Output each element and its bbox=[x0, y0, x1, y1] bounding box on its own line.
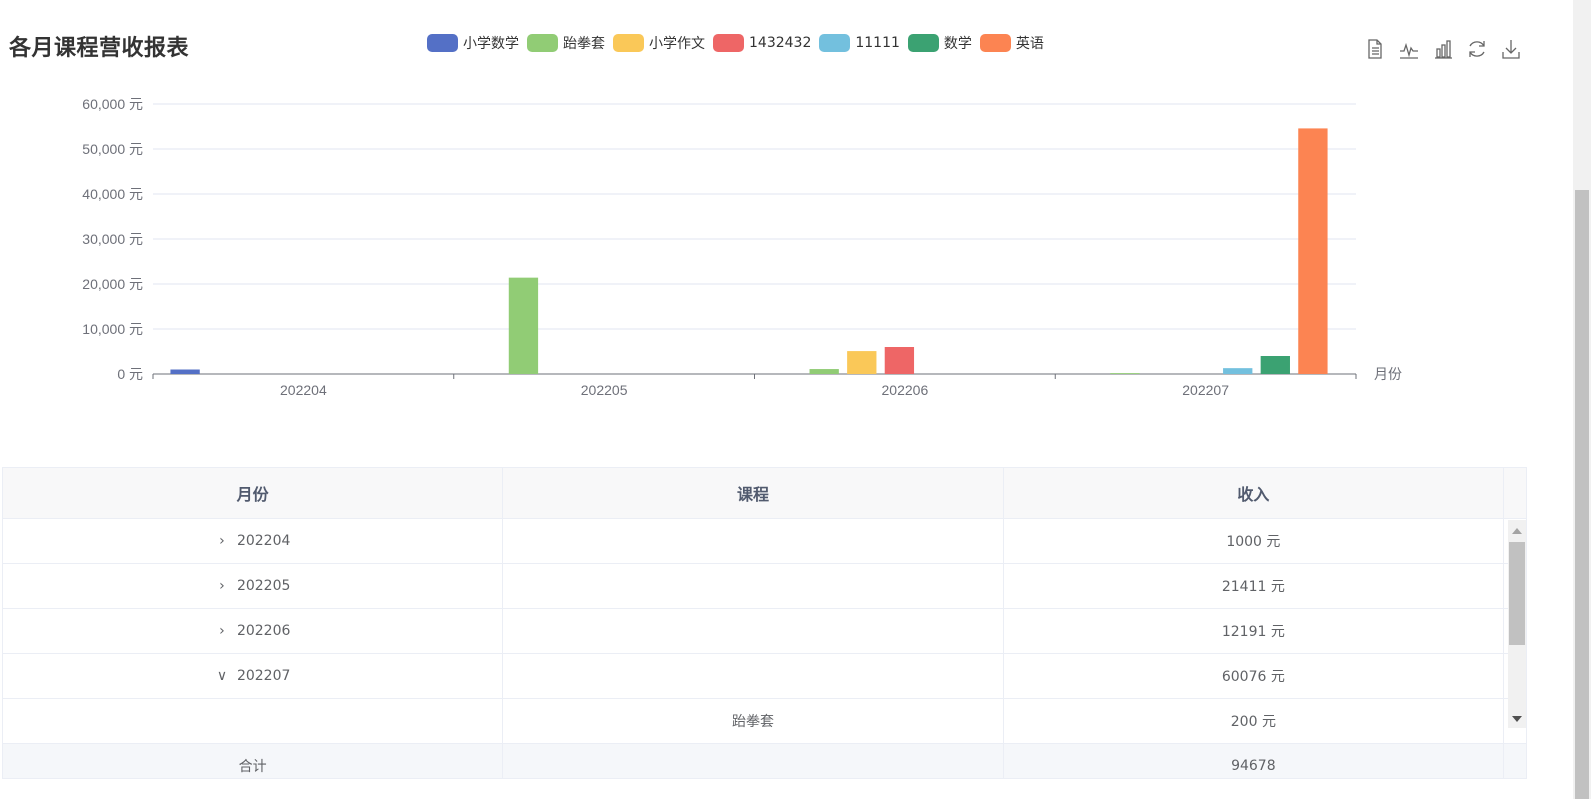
legend-item[interactable]: 跆拳套 bbox=[527, 33, 605, 53]
chart-legend: 小学数学 跆拳套 小学作文 1432432 11111 数学 英语 bbox=[427, 33, 1052, 53]
y-tick-label: 60,000 元 bbox=[82, 96, 143, 112]
course-cell bbox=[503, 519, 1004, 563]
table-row[interactable]: › 202204 1000 元 bbox=[3, 519, 1526, 564]
header-month: 月份 bbox=[3, 468, 504, 518]
chevron-down-icon[interactable]: ∨ bbox=[215, 668, 229, 684]
table-row[interactable]: › 202206 12191 元 bbox=[3, 609, 1526, 654]
legend-label: 数学 bbox=[943, 36, 972, 52]
legend-item[interactable]: 小学数学 bbox=[427, 33, 519, 53]
legend-label: 小学数学 bbox=[463, 36, 519, 52]
month-label: 202207 bbox=[236, 668, 291, 684]
y-tick-label: 0 元 bbox=[117, 366, 143, 382]
legend-swatch bbox=[979, 34, 1011, 52]
legend-item[interactable]: 数学 bbox=[907, 33, 972, 53]
table-footer-row: 合计 94678 bbox=[3, 744, 1526, 778]
page-title: 各月课程营收报表 bbox=[9, 36, 190, 61]
legend-swatch bbox=[527, 34, 558, 52]
bar-chart-icon[interactable] bbox=[1430, 36, 1456, 62]
legend-label: 小学作文 bbox=[649, 36, 705, 52]
legend-label: 跆拳套 bbox=[563, 36, 605, 52]
data-view-icon[interactable] bbox=[1362, 36, 1388, 62]
chart-toolbox bbox=[1362, 36, 1532, 62]
month-cell bbox=[3, 699, 504, 743]
chevron-right-icon[interactable]: › bbox=[215, 533, 229, 549]
bar bbox=[170, 369, 200, 374]
month-cell: › 202204 bbox=[3, 519, 504, 563]
y-tick-label: 10,000 元 bbox=[82, 321, 143, 337]
header-gutter bbox=[1504, 468, 1526, 518]
month-cell: ∨ 202207 bbox=[3, 654, 504, 698]
line-chart-icon[interactable] bbox=[1396, 36, 1422, 62]
bar bbox=[1223, 368, 1253, 374]
footer-label: 合计 bbox=[3, 744, 504, 778]
course-cell bbox=[503, 654, 1004, 698]
refresh-icon[interactable] bbox=[1464, 36, 1490, 62]
legend-item[interactable]: 1432432 bbox=[713, 34, 811, 52]
month-label: 202205 bbox=[236, 578, 291, 594]
income-cell: 21411 元 bbox=[1004, 564, 1505, 608]
page-scrollbar-thumb[interactable] bbox=[1575, 190, 1589, 799]
bar bbox=[1260, 356, 1290, 374]
table-row[interactable]: ∨ 202207 60076 元 bbox=[3, 654, 1526, 699]
legend-label: 英语 bbox=[1015, 36, 1044, 52]
scroll-up-arrow-icon[interactable] bbox=[1512, 528, 1522, 534]
legend-swatch bbox=[613, 34, 644, 52]
header-income: 收入 bbox=[1004, 468, 1505, 518]
table-row[interactable]: › 202205 21411 元 bbox=[3, 564, 1526, 609]
legend-item[interactable]: 小学作文 bbox=[613, 33, 705, 53]
y-tick-label: 50,000 元 bbox=[82, 141, 143, 157]
y-tick-label: 40,000 元 bbox=[82, 186, 143, 202]
chevron-right-icon[interactable]: › bbox=[215, 623, 229, 639]
course-cell bbox=[503, 609, 1004, 653]
download-icon[interactable] bbox=[1498, 36, 1524, 62]
footer-course bbox=[503, 744, 1004, 778]
month-cell: › 202205 bbox=[3, 564, 504, 608]
footer-gutter bbox=[1504, 744, 1526, 778]
x-tick-label: 202205 bbox=[581, 382, 628, 398]
chevron-right-icon[interactable]: › bbox=[215, 578, 229, 594]
month-label: 202204 bbox=[236, 533, 291, 549]
x-tick-label: 202204 bbox=[280, 382, 327, 398]
bar bbox=[884, 347, 915, 374]
legend-label: 1432432 bbox=[749, 35, 812, 51]
legend-item[interactable]: 11111 bbox=[819, 34, 900, 52]
course-cell bbox=[503, 564, 1004, 608]
bar bbox=[1298, 128, 1328, 374]
table-header-row: 月份 课程 收入 bbox=[3, 468, 1526, 519]
income-cell: 60076 元 bbox=[1004, 654, 1505, 698]
month-label: 202206 bbox=[236, 623, 291, 639]
y-tick-label: 20,000 元 bbox=[82, 276, 143, 292]
table-row[interactable]: 跆拳套 200 元 bbox=[3, 699, 1526, 744]
legend-swatch bbox=[907, 34, 939, 52]
bar bbox=[847, 351, 877, 374]
legend-label: 11111 bbox=[855, 35, 900, 51]
bar bbox=[809, 369, 839, 374]
bar bbox=[1110, 373, 1140, 374]
y-tick-label: 30,000 元 bbox=[82, 231, 143, 247]
legend-item[interactable]: 英语 bbox=[979, 33, 1044, 53]
month-cell: › 202206 bbox=[3, 609, 504, 653]
table-scrollbar[interactable] bbox=[1508, 520, 1526, 728]
income-cell: 12191 元 bbox=[1004, 609, 1505, 653]
table-scrollbar-thumb[interactable] bbox=[1509, 542, 1525, 645]
scroll-down-arrow-icon[interactable] bbox=[1512, 716, 1522, 722]
course-cell: 跆拳套 bbox=[503, 699, 1004, 743]
table-body: › 202204 1000 元 › 202205 21411 元 › 202206 12191 … bbox=[3, 519, 1526, 744]
x-tick-label: 202207 bbox=[1182, 382, 1229, 398]
income-cell: 1000 元 bbox=[1004, 519, 1505, 563]
legend-swatch bbox=[819, 34, 851, 52]
footer-total: 94678 bbox=[1004, 744, 1505, 778]
bar-chart: 0 元 10,000 元 20,000 元 30,000 元 40,000 元 50,00… bbox=[82, 96, 1402, 398]
bar bbox=[508, 277, 539, 374]
legend-swatch bbox=[713, 34, 744, 52]
revenue-table: 月份 课程 收入 › 202204 1000 元 › 202205 21411 元 › 202… bbox=[2, 467, 1527, 779]
header-course: 课程 bbox=[503, 468, 1004, 518]
x-axis-label: 月份 bbox=[1374, 366, 1402, 382]
income-cell: 200 元 bbox=[1004, 699, 1505, 743]
page-scrollbar[interactable] bbox=[1573, 0, 1591, 799]
x-tick-label: 202206 bbox=[882, 382, 929, 398]
legend-swatch bbox=[427, 34, 458, 52]
